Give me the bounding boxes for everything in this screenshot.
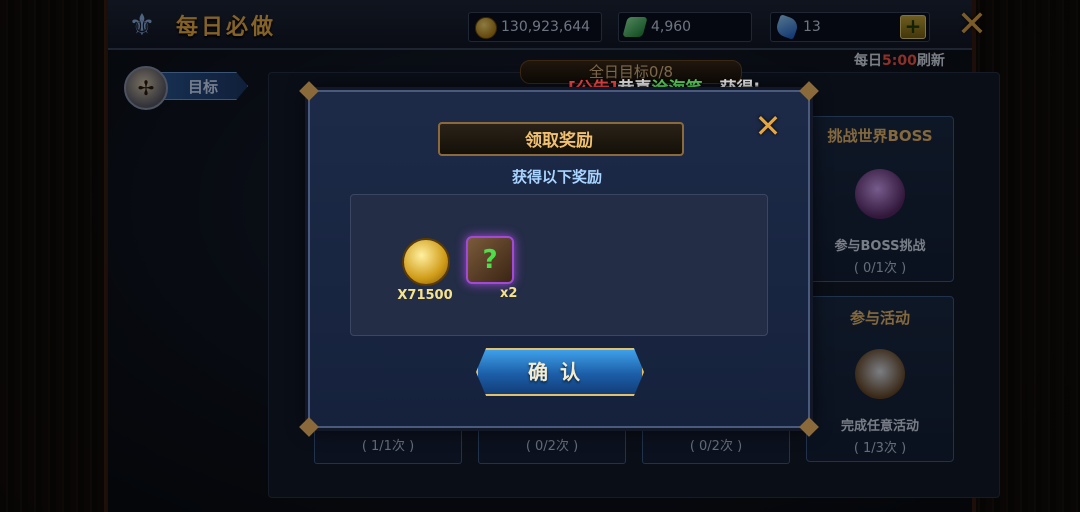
reward-count: x2 bbox=[500, 286, 518, 301]
dialog-title: 领取奖励 bbox=[525, 131, 593, 151]
gold-coin-icon bbox=[402, 238, 450, 286]
reward-item-book[interactable]: ? x2 bbox=[462, 236, 532, 316]
mystery-book-icon: ? bbox=[466, 236, 514, 284]
confirm-button[interactable]: 确认 bbox=[476, 348, 644, 396]
dialog-subtitle: 获得以下奖励 bbox=[511, 168, 602, 186]
reward-count: X71500 bbox=[397, 288, 453, 303]
reward-item-gold[interactable]: X71500 bbox=[390, 238, 460, 318]
game-screen: ⚜ 每日必做 130,923,644 4,960 13 + ✕ 每日5:00刷新… bbox=[0, 0, 1080, 512]
dialog-close-icon[interactable]: ✕ bbox=[752, 110, 784, 142]
